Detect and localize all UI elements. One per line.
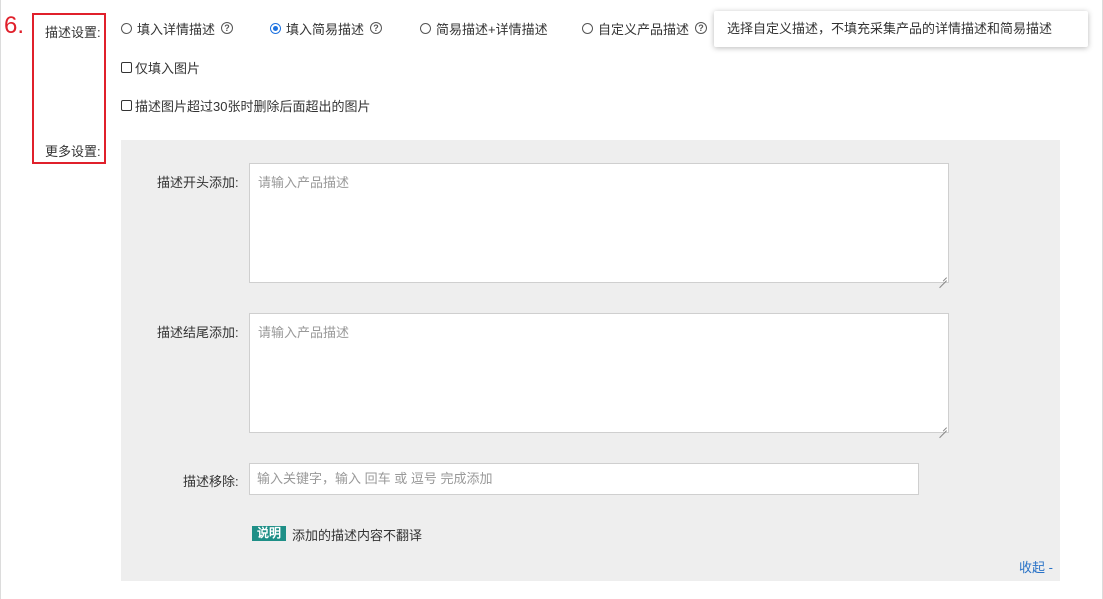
checkbox-unchecked-icon[interactable] bbox=[121, 62, 132, 73]
radio-label: 自定义产品描述 bbox=[598, 21, 690, 37]
radio-label: 填入简易描述 bbox=[286, 21, 365, 37]
resize-grip-icon[interactable] bbox=[939, 273, 947, 281]
radio-unchecked-icon[interactable] bbox=[582, 22, 593, 34]
checkbox-label: 仅填入图片 bbox=[135, 61, 201, 76]
description-settings-label: 描述设置: bbox=[45, 25, 101, 40]
radio-fill-brief-description[interactable]: 填入简易描述 ? bbox=[270, 20, 383, 37]
checkbox-unchecked-icon[interactable] bbox=[121, 100, 132, 111]
step-number: 6. bbox=[4, 12, 25, 39]
collapse-link[interactable]: 收起 - bbox=[1019, 557, 1053, 576]
radio-checked-icon[interactable] bbox=[270, 22, 281, 34]
question-circle-icon[interactable]: ? bbox=[695, 22, 708, 34]
radio-fill-detail-description[interactable]: 填入详情描述 ? bbox=[121, 20, 234, 37]
checkbox-delete-excess-images[interactable]: 描述图片超过30张时删除后面超出的图片 bbox=[121, 96, 370, 115]
description-prefix-label: 描述开头添加: bbox=[157, 175, 239, 190]
more-settings-label: 更多设置: bbox=[45, 144, 101, 159]
textarea-placeholder: 请输入产品描述 bbox=[258, 175, 350, 190]
more-settings-panel: 描述开头添加: 请输入产品描述 描述结尾添加: 请输入产品描述 描述移除: 输入… bbox=[121, 140, 1060, 581]
radio-brief-plus-detail[interactable]: 简易描述+详情描述 bbox=[420, 20, 548, 37]
input-placeholder: 输入关键字，输入 回车 或 逗号 完成添加 bbox=[257, 471, 493, 486]
frame-border-left bbox=[0, 0, 1, 599]
radio-label: 简易描述+详情描述 bbox=[436, 21, 548, 37]
description-suffix-label: 描述结尾添加: bbox=[157, 325, 239, 340]
textarea-placeholder: 请输入产品描述 bbox=[258, 325, 350, 340]
checkbox-only-images[interactable]: 仅填入图片 bbox=[121, 58, 200, 77]
radio-unchecked-icon[interactable] bbox=[420, 22, 431, 34]
question-circle-icon[interactable]: ? bbox=[221, 22, 234, 34]
radio-label: 填入详情描述 bbox=[137, 21, 216, 37]
question-circle-icon[interactable]: ? bbox=[370, 22, 383, 34]
radio-custom-product-description[interactable]: 自定义产品描述 ? bbox=[582, 20, 708, 37]
description-suffix-textarea[interactable]: 请输入产品描述 bbox=[249, 313, 949, 433]
description-remove-label: 描述移除: bbox=[183, 474, 239, 489]
checkbox-label: 描述图片超过30张时删除后面超出的图片 bbox=[135, 99, 371, 114]
custom-description-tooltip: 选择自定义描述，不填充采集产品的详情描述和简易描述 bbox=[714, 11, 1088, 47]
resize-grip-icon[interactable] bbox=[939, 423, 947, 431]
description-remove-input[interactable]: 输入关键字，输入 回车 或 逗号 完成添加 bbox=[249, 463, 919, 495]
radio-unchecked-icon[interactable] bbox=[121, 22, 132, 34]
description-prefix-textarea[interactable]: 请输入产品描述 bbox=[249, 163, 949, 283]
note-text: 添加的描述内容不翻译 bbox=[292, 528, 423, 543]
note-badge: 说明 bbox=[252, 526, 287, 541]
